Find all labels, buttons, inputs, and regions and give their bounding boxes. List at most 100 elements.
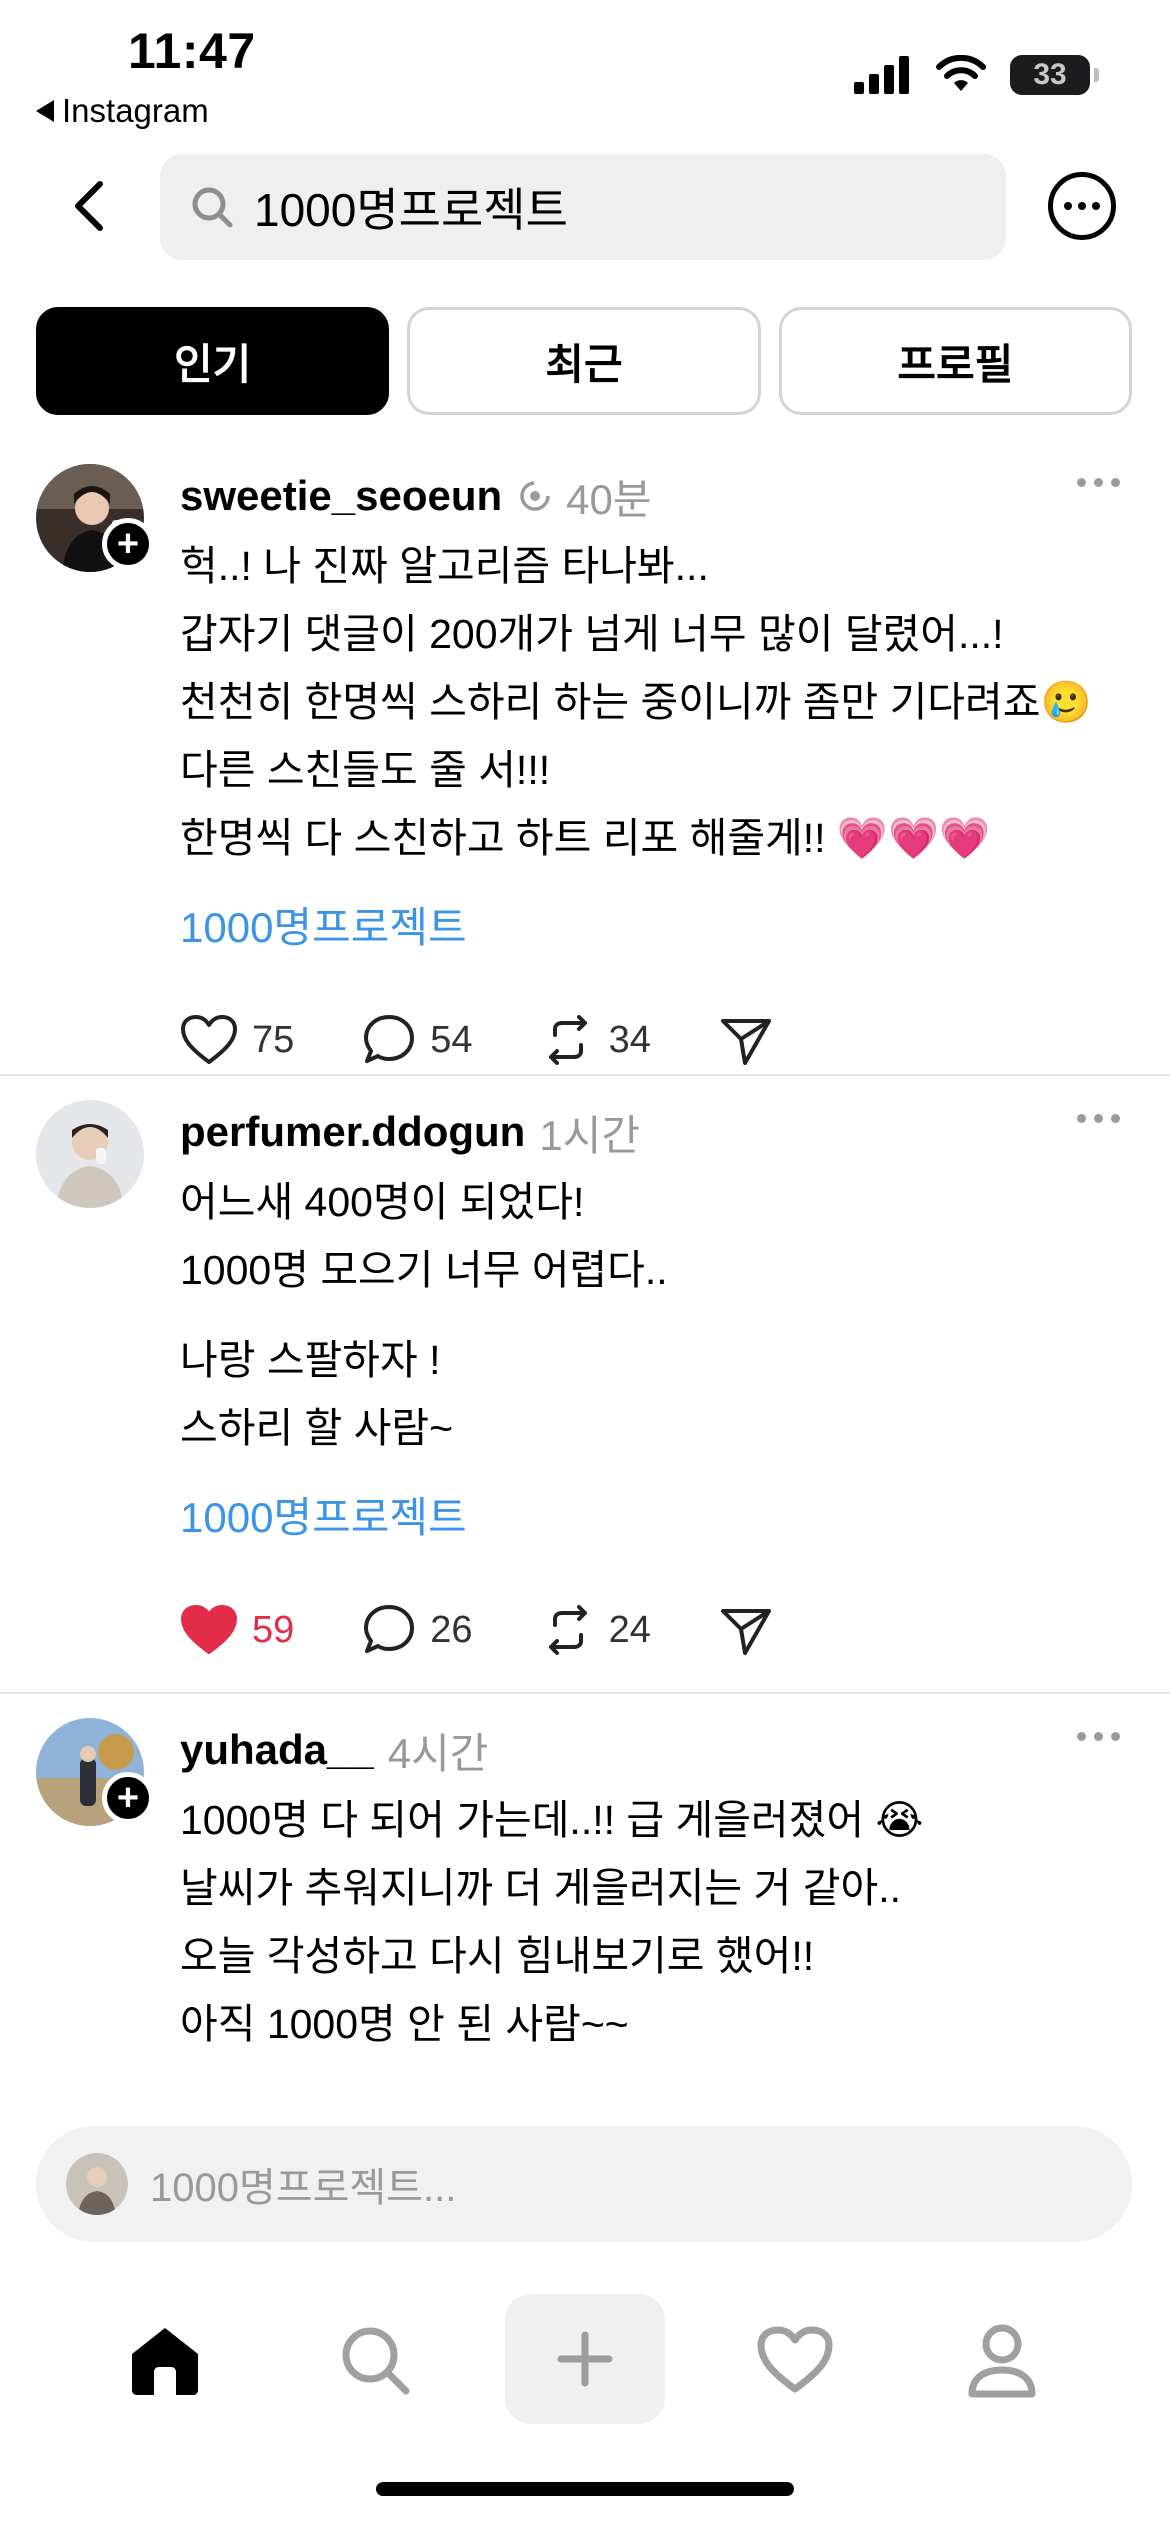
back-button[interactable]	[58, 176, 118, 236]
follow-plus-button[interactable]: +	[102, 518, 154, 570]
post-line: 아직 1000명 안 된 사람~~	[180, 2001, 629, 2047]
heart-filled-icon	[181, 1605, 237, 1654]
filter-tabs: 인기 최근 프로필	[36, 307, 1132, 415]
post-line: 오늘 각성하고 다시 힘내보기로 했어!!	[180, 1933, 815, 1979]
back-app-label: Instagram	[62, 92, 209, 129]
search-input[interactable]	[254, 180, 974, 234]
repost-button[interactable]: 34	[541, 1013, 651, 1067]
back-to-app-link[interactable]: Instagram	[36, 92, 209, 130]
post-line: 1000명 모으기 너무 어렵다..	[180, 1247, 668, 1293]
home-icon	[132, 2328, 198, 2395]
repost-icon	[548, 1605, 587, 1655]
hashtag-link[interactable]: 1000명프로젝트	[180, 894, 1134, 962]
like-count: 75	[252, 1018, 295, 1061]
post: + sweetie_seoeun 40분 헉..! 나 진짜 알고리즘 타나봐.…	[0, 440, 1170, 1076]
post-more-button[interactable]	[1077, 478, 1120, 487]
post-line: 날씨가 추워지니까 더 게을러지는 거 같아..	[180, 1865, 901, 1911]
post-header: perfumer.ddogun 1시간	[180, 1096, 1134, 1168]
repost-button[interactable]: 24	[541, 1603, 651, 1657]
comment-icon	[364, 1605, 415, 1653]
search-icon	[192, 187, 233, 228]
like-button[interactable]: 75	[180, 1014, 294, 1066]
wifi-icon	[936, 55, 986, 91]
dot-icon	[1092, 202, 1100, 210]
composer-placeholder: 1000명프로젝트...	[150, 2166, 457, 2210]
feed: + sweetie_seoeun 40분 헉..! 나 진짜 알고리즘 타나봐.…	[0, 440, 1170, 2086]
post-time: 1시간	[539, 1111, 640, 1159]
heart-icon	[757, 2326, 833, 2393]
repost-icon	[548, 1015, 587, 1065]
avatar-photo	[36, 1100, 144, 1208]
post-body: 어느새 400명이 되었다! 1000명 모으기 너무 어렵다.. 나랑 스팔하…	[180, 1168, 1134, 1462]
tab-create[interactable]	[505, 2294, 665, 2424]
post-time: 40분	[566, 475, 652, 523]
post-more-button[interactable]	[1077, 1114, 1120, 1123]
dot-icon	[1064, 202, 1072, 210]
status-bar: 11:47 Instagram 33	[0, 0, 1170, 140]
share-button[interactable]	[719, 1603, 773, 1657]
send-icon	[720, 1609, 771, 1655]
avatar[interactable]	[36, 1100, 144, 1208]
repost-count: 24	[608, 1608, 651, 1651]
post: perfumer.ddogun 1시간 어느새 400명이 되었다! 1000명…	[0, 1076, 1170, 1694]
post-line: 천천히 한명씩 스하리 하는 중이니까 좀만 기다려죠🥲	[180, 679, 1092, 725]
search-header	[0, 150, 1170, 262]
home-indicator[interactable]	[376, 2482, 794, 2496]
like-button[interactable]: 59	[180, 1604, 294, 1656]
username[interactable]: yuhada__	[180, 1726, 374, 1774]
comment-count: 26	[430, 1608, 473, 1651]
post-line: 스하리 할 사람~	[180, 1405, 454, 1451]
comment-count: 54	[430, 1018, 473, 1061]
comment-icon	[364, 1015, 415, 1063]
post-header: yuhada__ 4시간	[180, 1714, 1134, 1786]
status-time: 11:47	[128, 23, 256, 79]
reply-composer[interactable]: 1000명프로젝트...	[36, 2126, 1132, 2242]
post-line: 다른 스친들도 줄 서!!!	[180, 747, 551, 793]
send-icon	[720, 1019, 771, 1065]
chevron-left-icon	[75, 181, 103, 231]
repost-count: 34	[608, 1018, 651, 1061]
post-line: 1000명 다 되어 가는데..!! 급 게을러졌어 😭	[180, 1797, 924, 1843]
post-header: sweetie_seoeun 40분	[180, 460, 1134, 532]
bottom-tab-bar	[0, 2290, 1170, 2430]
more-options-button[interactable]	[1048, 172, 1116, 240]
tab-profile[interactable]: 프로필	[778, 307, 1132, 415]
follow-plus-button[interactable]: +	[102, 1772, 154, 1824]
plus-icon	[557, 2331, 613, 2387]
username[interactable]: perfumer.ddogun	[180, 1108, 525, 1156]
heart-icon	[181, 1015, 237, 1064]
post-time: 4시간	[387, 1729, 489, 1777]
post-more-button[interactable]	[1077, 1732, 1120, 1741]
tab-profile-nav[interactable]	[942, 2300, 1062, 2420]
tab-activity[interactable]	[735, 2300, 855, 2420]
signal-icon	[854, 56, 909, 94]
tab-home[interactable]	[105, 2300, 225, 2420]
sparkle-ring-icon	[520, 481, 550, 511]
battery-icon: 33	[1010, 55, 1099, 95]
post: + yuhada__ 4시간 1000명 다 되어 가는데..!! 급 게을러졌…	[0, 1694, 1170, 2086]
dot-icon	[1078, 202, 1086, 210]
comment-button[interactable]: 54	[362, 1013, 473, 1067]
tab-popular[interactable]: 인기	[36, 307, 390, 415]
back-triangle-icon	[36, 100, 54, 122]
post-actions: 59 26 24	[180, 1580, 1134, 1680]
person-icon	[968, 2324, 1036, 2398]
status-icons: 33	[854, 55, 1099, 95]
post-line: 헉..! 나 진짜 알고리즘 타나봐...	[180, 543, 709, 589]
post-line: 어느새 400명이 되었다!	[180, 1179, 585, 1225]
post-actions: 75 54 34	[180, 990, 1134, 1090]
post-body: 1000명 다 되어 가는데..!! 급 게을러졌어 😭 날씨가 추워지니까 더…	[180, 1786, 1134, 2058]
hashtag-link[interactable]: 1000명프로젝트	[180, 1484, 1134, 1552]
post-line: 갑자기 댓글이 200개가 넘게 너무 많이 달렸어...!	[180, 611, 1004, 657]
like-count: 59	[252, 1608, 295, 1651]
search-bar[interactable]	[160, 154, 1006, 260]
tab-recent[interactable]: 최근	[407, 307, 761, 415]
my-avatar	[66, 2153, 128, 2215]
username[interactable]: sweetie_seoeun	[180, 472, 502, 520]
comment-button[interactable]: 26	[362, 1603, 473, 1657]
battery-level: 33	[1033, 58, 1067, 91]
post-line: 한명씩 다 스친하고 하트 리포 해줄게!! 💗💗💗	[180, 815, 991, 861]
search-icon	[342, 2327, 410, 2395]
tab-search[interactable]	[315, 2300, 435, 2420]
share-button[interactable]	[719, 1013, 773, 1067]
